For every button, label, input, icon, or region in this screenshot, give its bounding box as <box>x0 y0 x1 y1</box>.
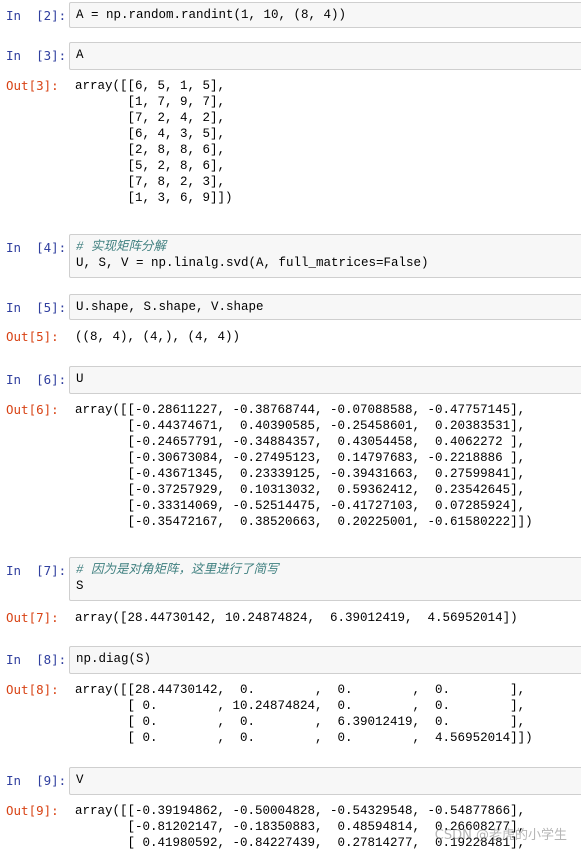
output-line: [5, 2, 8, 6], <box>75 159 226 173</box>
output-line: array([[28.44730142, 0. , 0. , 0. ], <box>75 683 526 697</box>
output-line: [-0.33314069, -0.52514475, -0.41727103, … <box>75 499 526 513</box>
output-line: [-0.35472167, 0.38520663, 0.20225001, -0… <box>75 515 533 529</box>
code-line: U, S, V = np.linalg.svd(A, full_matrices… <box>76 256 429 270</box>
cell-output: array([28.44730142, 10.24874824, 6.39012… <box>69 606 581 630</box>
code-line: np.diag(S) <box>76 652 152 666</box>
in-prompt: In [5]: <box>6 300 67 315</box>
cell-output: array([[6, 5, 1, 5], [1, 7, 9, 7], [7, 2… <box>69 74 581 210</box>
output-line: [1, 7, 9, 7], <box>75 95 226 109</box>
watermark: CSDN @老虎的小学生 <box>434 828 567 843</box>
output-line: array([28.44730142, 10.24874824, 6.39012… <box>75 611 518 625</box>
code-comment-line: # 因为是对角矩阵，这里进行了简写 <box>76 563 279 577</box>
code-input[interactable]: A = np.random.randint(1, 10, (8, 4)) <box>69 2 581 28</box>
output-line: array([[-0.28611227, -0.38768744, -0.070… <box>75 403 526 417</box>
output-line: [-0.44374671, 0.40390585, -0.25458601, 0… <box>75 419 526 433</box>
output-line: [2, 8, 8, 6], <box>75 143 226 157</box>
code-input[interactable]: # 实现矩阵分解 U, S, V = np.linalg.svd(A, full… <box>69 234 581 278</box>
cell-output: array([[-0.28611227, -0.38768744, -0.070… <box>69 398 581 534</box>
code-input[interactable]: # 因为是对角矩阵，这里进行了简写 S <box>69 557 581 601</box>
output-line: [ 0. , 0. , 0. , 4.56952014]]) <box>75 731 533 745</box>
in-prompt: In [7]: <box>6 563 67 578</box>
output-line: [1, 3, 6, 9]]) <box>75 191 233 205</box>
output-line: [-0.30673084, -0.27495123, 0.14797683, -… <box>75 451 526 465</box>
output-line: [ 0. , 0. , 6.39012419, 0. ], <box>75 715 526 729</box>
code-line: A <box>76 48 84 62</box>
out-prompt: Out[3]: <box>6 78 59 93</box>
output-line: [-0.37257929, 0.10313032, 0.59362412, 0.… <box>75 483 526 497</box>
code-line: A = np.random.randint(1, 10, (8, 4)) <box>76 8 347 22</box>
in-prompt: In [9]: <box>6 773 67 788</box>
output-line: ((8, 4), (4,), (4, 4)) <box>75 330 241 344</box>
code-input[interactable]: np.diag(S) <box>69 646 581 674</box>
in-prompt: In [8]: <box>6 652 67 667</box>
output-line: array([[6, 5, 1, 5], <box>75 79 226 93</box>
out-prompt: Out[6]: <box>6 402 59 417</box>
output-line: [-0.24657791, -0.34884357, 0.43054458, 0… <box>75 435 526 449</box>
output-line: array([[-0.39194862, -0.50004828, -0.543… <box>75 804 526 818</box>
code-line: S <box>76 579 84 593</box>
output-line: [-0.43671345, 0.23339125, -0.39431663, 0… <box>75 467 526 481</box>
code-input[interactable]: U.shape, S.shape, V.shape <box>69 294 581 320</box>
code-line: V <box>76 773 84 787</box>
output-line: [7, 2, 4, 2], <box>75 111 226 125</box>
cell-output: array([[28.44730142, 0. , 0. , 0. ], [ 0… <box>69 678 581 750</box>
notebook: In [2]: A = np.random.randint(1, 10, (8,… <box>0 0 581 855</box>
code-line: U <box>76 372 84 386</box>
code-line: U.shape, S.shape, V.shape <box>76 300 264 314</box>
output-line: [6, 4, 3, 5], <box>75 127 226 141</box>
in-prompt: In [4]: <box>6 240 67 255</box>
code-input[interactable]: A <box>69 42 581 70</box>
in-prompt: In [3]: <box>6 48 67 63</box>
in-prompt: In [6]: <box>6 372 67 387</box>
code-comment-line: # 实现矩阵分解 <box>76 240 167 254</box>
code-input[interactable]: U <box>69 366 581 394</box>
output-line: [ 0. , 10.24874824, 0. , 0. ], <box>75 699 526 713</box>
cell-output: ((8, 4), (4,), (4, 4)) <box>69 325 581 349</box>
in-prompt: In [2]: <box>6 8 67 23</box>
code-input[interactable]: V <box>69 767 581 795</box>
output-line: [7, 8, 2, 3], <box>75 175 226 189</box>
out-prompt: Out[9]: <box>6 803 59 818</box>
out-prompt: Out[7]: <box>6 610 59 625</box>
out-prompt: Out[8]: <box>6 682 59 697</box>
out-prompt: Out[5]: <box>6 329 59 344</box>
